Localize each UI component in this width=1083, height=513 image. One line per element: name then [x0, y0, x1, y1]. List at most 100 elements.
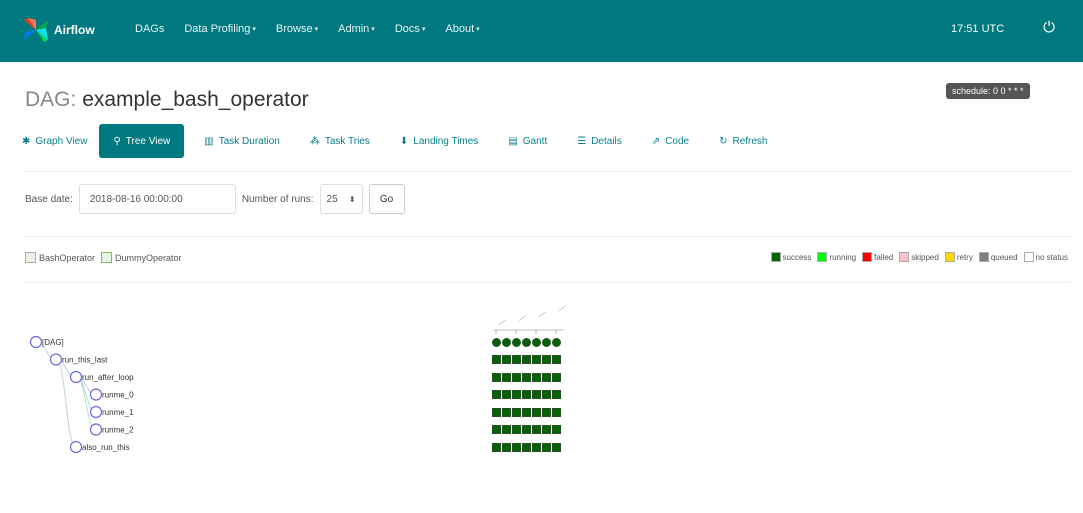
task-instance-cell[interactable] — [492, 355, 501, 364]
task-instance-cell[interactable] — [542, 407, 551, 417]
task-instance-cell[interactable] — [552, 355, 561, 364]
task-instance-cell[interactable] — [522, 407, 531, 417]
state-legend-item[interactable]: failed — [862, 252, 893, 262]
task-instance-cell[interactable] — [542, 337, 551, 347]
state-swatch — [978, 252, 989, 262]
state-label: success — [782, 252, 812, 262]
state-legend-item[interactable]: no status — [1023, 252, 1068, 262]
state-legend-item[interactable]: queued — [978, 252, 1018, 262]
tab-details[interactable]: ☰ Details — [563, 124, 638, 158]
nav-item-browse[interactable]: Browse ▾ — [276, 23, 318, 35]
state-label: skipped — [911, 252, 939, 262]
task-instance-cell[interactable] — [552, 337, 561, 347]
tree-node[interactable]: runme_2 — [89, 423, 135, 436]
tree-node[interactable]: runme_0 — [89, 388, 135, 401]
nav-item-about[interactable]: About ▾ — [445, 23, 479, 35]
task-instance-cell[interactable] — [552, 425, 561, 434]
state-legend-item[interactable]: retry — [944, 252, 973, 262]
task-instance-cell[interactable] — [552, 372, 561, 382]
tab-tree-view[interactable]: ⚲ Tree View — [99, 124, 185, 158]
task-instance-cell[interactable] — [532, 390, 541, 399]
task-instance-cell[interactable] — [512, 425, 521, 434]
task-instance-cell[interactable] — [522, 442, 531, 452]
state-legend-item[interactable]: success — [770, 252, 812, 262]
select-arrows-icon: ⬍ — [348, 194, 356, 204]
task-instance-cell[interactable] — [532, 425, 541, 434]
task-instance-cell[interactable] — [542, 372, 551, 382]
tab-landing-times[interactable]: ⬇ Landing Times — [386, 124, 494, 158]
state-legend-item[interactable]: skipped — [899, 252, 939, 262]
task-instance-cell[interactable] — [512, 337, 521, 347]
task-instance-cell[interactable] — [502, 390, 511, 399]
tree-node[interactable]: [DAG] — [29, 335, 64, 349]
task-instance-cell[interactable] — [532, 442, 541, 452]
state-swatch — [817, 252, 828, 262]
task-instance-cell[interactable] — [492, 337, 501, 347]
tab-gantt[interactable]: ▤ Gantt — [494, 124, 563, 158]
tree-node[interactable]: run_this_last — [49, 353, 109, 366]
task-instance-cell[interactable] — [512, 407, 521, 417]
run-date-tick: ── — [557, 303, 569, 314]
tree-node[interactable]: runme_1 — [89, 405, 135, 419]
task-instance-cell[interactable] — [542, 442, 551, 452]
state-swatch — [899, 252, 910, 262]
code-icon: ⇗ — [651, 135, 661, 147]
top-navbar: Airflow DAGs Data Profiling ▾ Browse ▾ Admin ▾… — [0, 0, 1083, 62]
base-date-input[interactable] — [78, 184, 236, 214]
arrow-down-icon: ⬇ — [399, 135, 409, 147]
task-instance-cell[interactable] — [512, 442, 521, 452]
task-instance-cell[interactable] — [522, 425, 531, 434]
tree-node-circle — [69, 370, 83, 384]
tree-node[interactable]: run_after_loop — [69, 370, 135, 384]
nav-item-docs[interactable]: Docs ▾ — [395, 23, 426, 35]
task-instance-cell[interactable] — [512, 372, 521, 382]
task-instance-cell[interactable] — [532, 337, 541, 347]
nav-item-admin[interactable]: Admin ▾ — [338, 23, 375, 35]
tab-refresh[interactable]: ↻ Refresh — [705, 124, 783, 158]
power-icon[interactable]: ⏻ — [1040, 19, 1058, 37]
task-instance-cell[interactable] — [542, 425, 551, 434]
task-instance-cell[interactable] — [552, 390, 561, 399]
brand[interactable]: Airflow — [22, 16, 95, 44]
operator-label: BashOperator — [39, 252, 96, 263]
task-instance-cell[interactable] — [532, 355, 541, 364]
task-instance-cell[interactable] — [542, 355, 551, 364]
num-runs-select[interactable]: 25 ⬍ — [319, 184, 363, 214]
gantt-icon: ▤ — [508, 135, 518, 147]
task-instance-cell[interactable] — [492, 407, 501, 417]
task-instance-cell[interactable] — [502, 425, 511, 434]
tab-label: Code — [665, 135, 690, 147]
task-instance-cell[interactable] — [502, 407, 511, 417]
task-instance-cell[interactable] — [532, 407, 541, 417]
task-instance-cell[interactable] — [522, 390, 531, 399]
task-instance-cell[interactable] — [512, 355, 521, 364]
task-instance-cell[interactable] — [492, 442, 501, 452]
nav-item-dags[interactable]: DAGs — [135, 23, 164, 35]
state-legend-item[interactable]: running — [817, 252, 856, 262]
task-instance-cell[interactable] — [502, 372, 511, 382]
task-instance-cell[interactable] — [522, 355, 531, 364]
task-instance-cell[interactable] — [522, 372, 531, 382]
task-instance-cell[interactable] — [522, 337, 531, 347]
go-button[interactable]: Go — [368, 184, 405, 214]
tab-graph-view[interactable]: ✱ Graph View — [22, 124, 103, 158]
task-instance-cell[interactable] — [502, 337, 511, 347]
task-instance-cell[interactable] — [542, 390, 551, 399]
task-instance-cell[interactable] — [492, 390, 501, 399]
task-instance-cell[interactable] — [552, 407, 561, 417]
task-instance-cell[interactable] — [492, 372, 501, 382]
task-instance-cell[interactable] — [502, 442, 511, 452]
tab-label: Task Duration — [218, 135, 280, 147]
tab-code[interactable]: ⇗ Code — [638, 124, 705, 158]
task-instance-cell[interactable] — [552, 442, 561, 452]
nav-item-data-profiling[interactable]: Data Profiling ▾ — [184, 23, 256, 35]
task-instance-cell[interactable] — [532, 372, 541, 382]
tab-task-duration[interactable]: ▥ Task Duration — [190, 124, 296, 158]
nav-item-label: Data Profiling — [184, 23, 251, 35]
tab-task-tries[interactable]: ⁂ Task Tries — [296, 124, 386, 158]
tree-node[interactable]: also_run_this — [69, 440, 130, 454]
task-instance-cell[interactable] — [492, 425, 501, 434]
task-instance-cell[interactable] — [512, 390, 521, 399]
task-instance-cell[interactable] — [502, 355, 511, 364]
tree-node-circle — [69, 440, 83, 454]
